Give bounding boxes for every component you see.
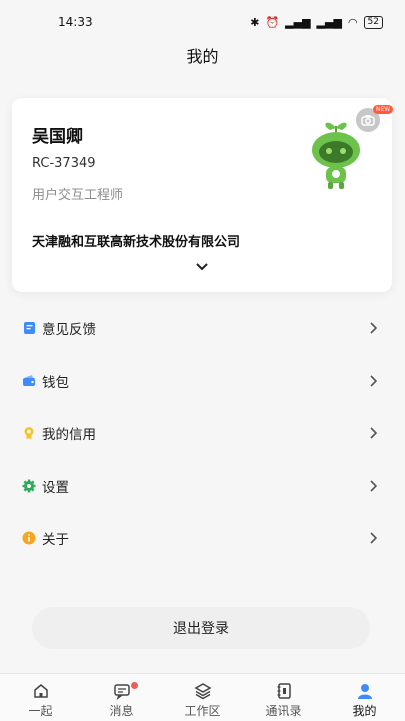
company-name: 天津融和互联高新技术股份有限公司 [32,235,241,250]
feedback-icon [22,321,36,335]
message-icon [113,684,130,700]
bluetooth-icon: ✱ [250,15,260,29]
notification-dot [131,682,138,689]
tab-label: 消息 [109,704,134,718]
profile-icon [357,684,372,699]
menu-item-settings[interactable]: 设置 [0,460,405,513]
tab-bar: 一起 消息 工作区 通讯录 我的 [0,673,405,721]
status-icons: ✱ ⏰ ▂▄▆ ▂▄▆ ◠ 52 [250,15,383,29]
page-title: 我的 [186,47,219,66]
chevron-right-icon [370,480,377,492]
tab-workspace[interactable]: 工作区 [162,674,243,721]
tab-label: 一起 [28,704,53,718]
tab-label: 工作区 [184,704,221,718]
wallet-icon [22,374,36,388]
signal-icon-2: ▂▄▆ [316,15,342,29]
menu-item-feedback[interactable]: 意见反馈 [0,302,405,355]
menu-item-label: 设置 [42,479,69,496]
tab-label: 通讯录 [265,704,302,718]
tab-contacts[interactable]: 通讯录 [243,674,324,721]
user-role: 用户交互工程师 [32,188,124,203]
alarm-icon: ⏰ [265,15,280,29]
menu-item-label: 意见反馈 [42,322,96,339]
new-badge: NEW [373,105,394,114]
gear-icon [22,479,36,493]
menu-item-label: 钱包 [42,374,69,391]
user-id: RC-37349 [32,156,96,171]
menu-item-credit[interactable]: 我的信用 [0,407,405,460]
info-icon [22,531,36,545]
wifi-icon: ◠ [347,15,358,29]
chevron-right-icon [370,532,377,544]
menu-item-label: 我的信用 [42,427,96,444]
status-bar: 14:33 ✱ ⏰ ▂▄▆ ▂▄▆ ◠ 52 [0,0,405,44]
tab-together[interactable]: 一起 [0,674,81,721]
status-time: 14:33 [58,15,93,29]
signal-icon: ▂▄▆ [285,15,311,29]
home-icon [33,684,48,698]
profile-card[interactable]: 吴国卿 RC-37349 用户交互工程师 天津融和互联高新技术股份有限公司 NE… [12,98,394,292]
contacts-icon [277,683,291,699]
layers-icon [193,683,212,700]
chevron-right-icon [370,322,377,334]
mascot-avatar[interactable] [306,116,366,192]
battery-level: 52 [363,15,383,29]
logout-button[interactable]: 退出登录 [32,607,370,649]
chevron-right-icon [370,375,377,387]
tab-me[interactable]: 我的 [324,674,405,721]
credit-icon [22,426,36,440]
menu-item-wallet[interactable]: 钱包 [0,355,405,408]
chevron-down-icon[interactable] [194,260,210,274]
menu-item-label: 关于 [42,532,69,549]
tab-messages[interactable]: 消息 [81,674,162,721]
chevron-right-icon [370,427,377,439]
menu-item-about[interactable]: 关于 [0,512,405,565]
user-name: 吴国卿 [32,127,83,147]
tab-label: 我的 [352,704,377,718]
menu-list: 意见反馈 钱包 我的信用 设置 关于 [0,302,405,565]
